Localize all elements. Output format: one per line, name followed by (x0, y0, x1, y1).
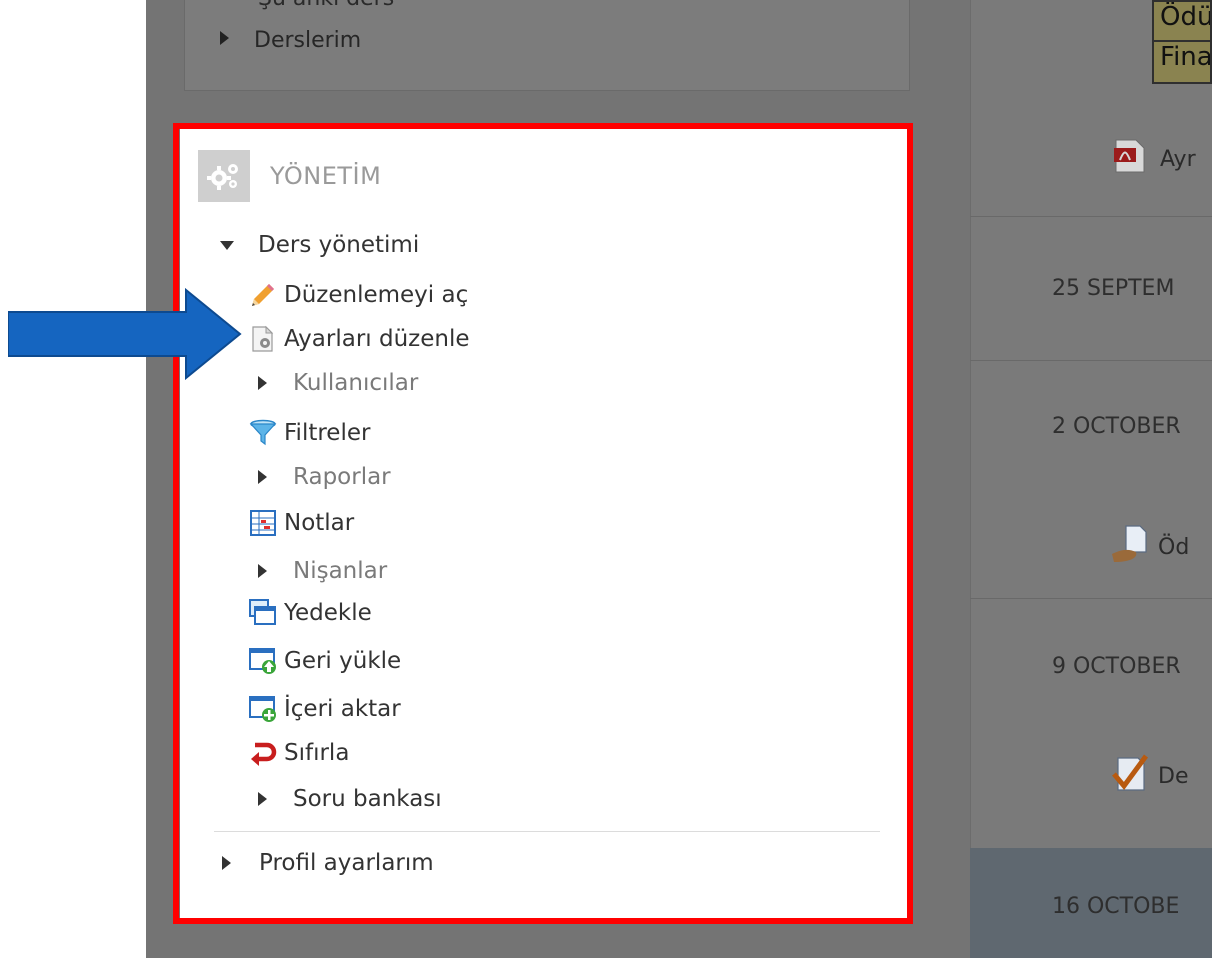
caret-right-icon (222, 856, 231, 870)
caret-right-icon (258, 470, 267, 484)
caret-down-icon (220, 240, 234, 250)
callout-arrow-icon (7, 287, 244, 384)
filters-label: Filtreler (284, 420, 371, 446)
table-cell: Fina (1152, 40, 1212, 84)
week-date: 2 OCTOBER (1052, 414, 1181, 439)
users-label: Kullanıcılar (293, 370, 419, 396)
profile-settings-label: Profil ayarlarım (259, 850, 434, 876)
grades-link[interactable]: Notlar (248, 508, 354, 538)
users-item[interactable]: Kullanıcılar (258, 370, 418, 396)
caret-right-icon (220, 31, 229, 45)
divider (970, 216, 1212, 217)
backup-link[interactable]: Yedekle (248, 598, 372, 628)
quiz-icon (1110, 752, 1150, 800)
backup-icon (248, 598, 278, 628)
my-courses-item[interactable]: Derslerim (220, 28, 361, 53)
restore-label: Geri yükle (284, 648, 402, 674)
reset-label: Sıfırla (284, 740, 350, 766)
filter-icon (248, 418, 278, 448)
reports-item[interactable]: Raporlar (258, 464, 391, 490)
import-link[interactable]: İçeri aktar (248, 694, 401, 724)
divider (970, 598, 1212, 599)
caret-right-icon (258, 792, 267, 806)
pencil-icon (248, 280, 278, 310)
week-date: 16 OCTOBE (1052, 894, 1180, 919)
divider (214, 831, 880, 832)
settings-page-icon (248, 324, 278, 354)
week-date: 9 OCTOBER (1052, 654, 1181, 679)
caret-right-icon (258, 564, 267, 578)
grades-icon (248, 508, 278, 538)
divider (970, 360, 1212, 361)
question-bank-item[interactable]: Soru bankası (258, 786, 442, 812)
grades-label: Notlar (284, 510, 355, 536)
table-cell: Ödü (1152, 0, 1212, 42)
badges-item[interactable]: Nişanlar (258, 558, 387, 584)
assignment-label: Öd (1158, 534, 1190, 560)
profile-settings-item[interactable]: Profil ayarlarım (222, 850, 434, 876)
restore-link[interactable]: Geri yükle (248, 646, 401, 676)
assignment-link[interactable]: Öd (1110, 524, 1189, 570)
quiz-link[interactable]: De (1110, 752, 1188, 800)
import-icon (248, 694, 278, 724)
current-course-link[interactable]: Şu anki ders (258, 0, 394, 11)
question-bank-label: Soru bankası (293, 786, 442, 812)
reports-label: Raporlar (293, 464, 391, 490)
assignment-icon (1110, 524, 1150, 570)
course-administration-item[interactable]: Ders yönetimi (220, 232, 419, 258)
edit-settings-link[interactable]: Ayarları düzenle (248, 324, 470, 354)
administration-header: YÖNETİM (198, 148, 381, 204)
pdf-resource-label: Ayr (1160, 146, 1196, 172)
backup-label: Yedekle (284, 600, 372, 626)
badges-label: Nişanlar (293, 558, 388, 584)
quiz-label: De (1158, 763, 1189, 789)
import-label: İçeri aktar (284, 696, 401, 722)
restore-icon (248, 646, 278, 676)
course-administration-label: Ders yönetimi (258, 232, 420, 258)
pdf-resource-link[interactable]: Ayr (1112, 138, 1196, 180)
edit-settings-label: Ayarları düzenle (284, 326, 470, 352)
filters-link[interactable]: Filtreler (248, 418, 370, 448)
week-date: 25 SEPTEM (1052, 276, 1175, 301)
turn-editing-on-link[interactable]: Düzenlemeyi aç (248, 280, 468, 310)
block-title: YÖNETİM (270, 162, 382, 190)
my-courses-label: Derslerim (254, 28, 362, 53)
pdf-icon (1112, 138, 1146, 180)
caret-right-icon (258, 376, 267, 390)
reset-link[interactable]: Sıfırla (248, 738, 349, 768)
gears-icon (198, 150, 250, 202)
turn-editing-on-label: Düzenlemeyi aç (284, 282, 469, 308)
reset-icon (248, 738, 278, 768)
